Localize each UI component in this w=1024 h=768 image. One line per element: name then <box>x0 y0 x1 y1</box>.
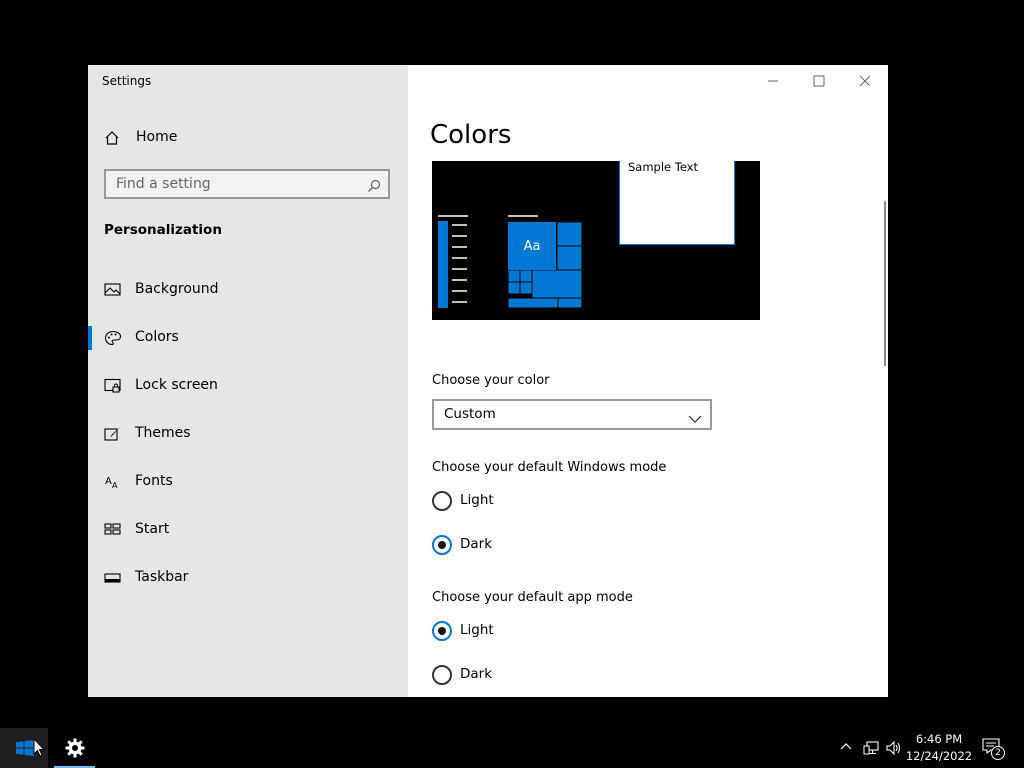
radio-label: Light <box>460 622 494 638</box>
scrollbar-thumb[interactable] <box>884 201 886 366</box>
svg-text:A: A <box>112 481 118 490</box>
selected-indicator <box>88 326 92 350</box>
radio-circle[interactable] <box>432 535 452 555</box>
minimize-button[interactable] <box>750 65 796 97</box>
clock-date: 12/24/2022 <box>905 749 973 763</box>
search-placeholder: Find a setting <box>116 176 211 192</box>
preview-sample-window: Sample Text <box>619 161 735 245</box>
dropdown-value: Custom <box>444 406 496 422</box>
taskbar-icon <box>104 570 122 586</box>
section-title: Personalization <box>104 222 222 238</box>
app-mode-label: Choose your default app mode <box>432 590 633 605</box>
radio-label: Dark <box>460 536 493 552</box>
home-icon <box>104 130 120 150</box>
home-label: Home <box>136 129 178 145</box>
settings-window: Settings Home Find a setting Personaliza… <box>88 65 888 697</box>
chevron-down-icon <box>688 409 702 428</box>
sample-text: Sample Text <box>628 161 699 174</box>
maximize-icon <box>813 75 825 87</box>
mouse-cursor-icon <box>33 738 45 757</box>
search-icon[interactable] <box>367 178 381 197</box>
palette-icon <box>104 330 122 346</box>
gear-icon <box>65 738 85 758</box>
radio-label: Dark <box>460 666 493 682</box>
radio-circle[interactable] <box>432 621 452 641</box>
app-title: Settings <box>102 74 152 88</box>
taskbar: 6:46 PM 12/24/2022 2 <box>0 728 1024 768</box>
notification-center-button[interactable]: 2 <box>982 738 1005 760</box>
app-mode-dark-radio[interactable]: Dark <box>432 665 632 687</box>
volume-icon[interactable] <box>886 740 902 756</box>
choose-color-dropdown[interactable]: Custom <box>432 399 712 430</box>
sidebar-item-lock-screen[interactable]: Lock screen <box>88 366 408 406</box>
page-title: Colors <box>430 120 512 150</box>
sidebar-item-start[interactable]: Start <box>88 510 408 550</box>
theme-preview: Aa Sample Text <box>432 161 760 320</box>
sidebar-item-colors[interactable]: Colors <box>88 318 408 358</box>
content-pane: Colors Aa Sample Text Choose your color … <box>408 65 888 697</box>
sidebar-item-label: Colors <box>135 329 179 345</box>
choose-color-label: Choose your color <box>432 373 550 388</box>
sidebar: Settings Home Find a setting Personaliza… <box>88 65 408 697</box>
svg-text:A: A <box>105 476 112 487</box>
app-mode-light-radio[interactable]: Light <box>432 621 632 643</box>
start-icon <box>104 522 122 538</box>
notification-count-badge: 2 <box>991 746 1005 760</box>
maximize-button[interactable] <box>796 65 842 97</box>
sidebar-item-label: Start <box>135 521 170 537</box>
sidebar-item-label: Fonts <box>135 473 173 489</box>
sidebar-item-fonts[interactable]: AA Fonts <box>88 462 408 502</box>
sidebar-item-label: Background <box>135 281 219 297</box>
radio-circle[interactable] <box>432 665 452 685</box>
sidebar-item-label: Lock screen <box>135 377 218 393</box>
sidebar-item-themes[interactable]: Themes <box>88 414 408 454</box>
windows-logo-icon <box>16 740 34 756</box>
sidebar-item-label: Themes <box>135 425 191 441</box>
home-nav-item[interactable]: Home <box>88 125 408 153</box>
windows-mode-light-radio[interactable]: Light <box>432 491 632 513</box>
brush-icon <box>104 426 122 442</box>
preview-tile: Aa <box>508 222 556 270</box>
minimize-icon <box>768 80 778 82</box>
windows-mode-dark-radio[interactable]: Dark <box>432 535 632 557</box>
radio-circle[interactable] <box>432 491 452 511</box>
lock-screen-icon <box>104 378 122 394</box>
close-icon <box>859 75 871 87</box>
windows-mode-label: Choose your default Windows mode <box>432 460 667 475</box>
picture-icon <box>104 282 122 298</box>
chevron-up-icon[interactable] <box>840 740 852 754</box>
radio-label: Light <box>460 492 494 508</box>
sidebar-item-label: Taskbar <box>135 569 189 585</box>
font-icon: AA <box>104 474 122 490</box>
network-icon[interactable] <box>863 740 879 756</box>
search-input[interactable]: Find a setting <box>104 169 390 199</box>
clock-time: 6:46 PM <box>915 732 963 746</box>
close-button[interactable] <box>842 65 888 97</box>
taskbar-settings-app[interactable] <box>54 728 95 768</box>
clock[interactable]: 6:46 PM 12/24/2022 <box>904 731 974 765</box>
sidebar-item-background[interactable]: Background <box>88 270 408 310</box>
sidebar-item-taskbar[interactable]: Taskbar <box>88 558 408 598</box>
